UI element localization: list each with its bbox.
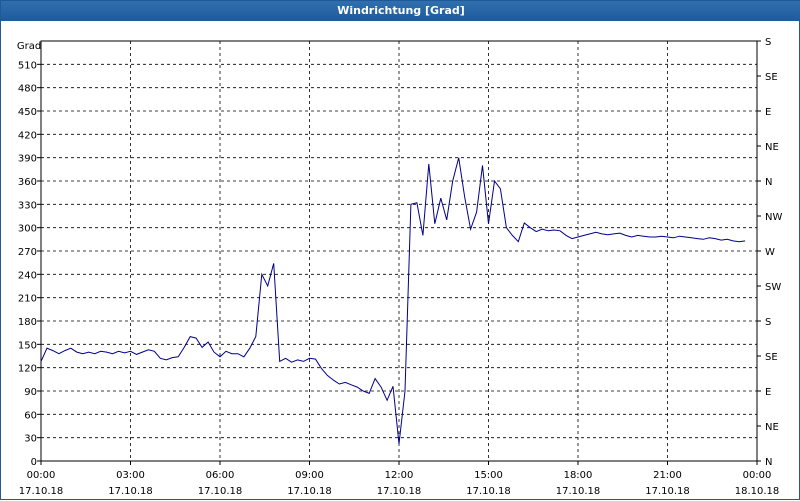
right-axis-label: S — [765, 317, 771, 328]
line-chart: Grad 0 30 60 90 120 150 180 210 240 270 300 330 360 3… — [17, 37, 783, 497]
right-axis-label: N — [765, 177, 772, 188]
y-tick-label: 450 — [18, 107, 37, 118]
y-tick-label: 330 — [18, 200, 37, 211]
y-tick-label: 510 — [18, 60, 37, 71]
y-tick-label: 120 — [18, 364, 37, 375]
y-tick-label: 360 — [18, 177, 37, 188]
right-axis-label: SE — [765, 352, 778, 363]
grid — [41, 41, 757, 462]
right-axis-label: NE — [765, 142, 779, 153]
y-tick-label: 240 — [18, 270, 37, 281]
x-tick-time: 00:00 — [743, 470, 772, 481]
x-tick-date: 17.10.18 — [645, 486, 690, 497]
x-tick-time: 12:00 — [385, 470, 414, 481]
y-tick-label: 150 — [18, 340, 37, 351]
x-tick-time: 21:00 — [653, 470, 682, 481]
x-tick-date: 17.10.18 — [287, 486, 332, 497]
x-tick-date: 17.10.18 — [108, 486, 153, 497]
x-tick-time: 00:00 — [27, 470, 56, 481]
y-tick-label: 390 — [18, 154, 37, 165]
y-tick-label: 0 — [31, 457, 37, 468]
x-tick-date: 18.10.18 — [735, 486, 780, 497]
y-tick-label: 90 — [24, 387, 37, 398]
x-tick-time: 18:00 — [564, 470, 593, 481]
x-tick-time: 06:00 — [206, 470, 235, 481]
y-tick-label: 270 — [18, 247, 37, 258]
x-tick-date: 17.10.18 — [466, 486, 511, 497]
y-tick-label: 480 — [18, 84, 37, 95]
x-tick-time: 15:00 — [474, 470, 503, 481]
y-tick-label: 300 — [18, 224, 37, 235]
x-tick-date: 17.10.18 — [198, 486, 243, 497]
y-tick-label: 30 — [24, 434, 37, 445]
right-axis-label: N — [765, 457, 772, 468]
right-axis-label: S — [765, 37, 771, 48]
right-axis-label: NE — [765, 422, 779, 433]
y-tick-label: 210 — [18, 294, 37, 305]
x-tick-time: 09:00 — [295, 470, 324, 481]
x-tick-date: 17.10.18 — [19, 486, 64, 497]
series-line — [40, 157, 746, 444]
right-axis-label: SE — [765, 72, 778, 83]
right-axis-label: W — [765, 247, 775, 258]
series-layer — [40, 157, 746, 444]
right-axis-label: NW — [765, 212, 782, 223]
y-tick-label: 60 — [24, 410, 37, 421]
y-tick-label: 420 — [18, 130, 37, 141]
x-tick-date: 17.10.18 — [556, 486, 601, 497]
right-axis-label: E — [765, 107, 771, 118]
y-axis-label: Grad — [17, 41, 41, 52]
right-axis-label: SW — [765, 282, 781, 293]
x-tick-time: 03:00 — [116, 470, 145, 481]
right-axis-label: E — [765, 387, 771, 398]
x-tick-date: 17.10.18 — [377, 486, 422, 497]
y-tick-label: 180 — [18, 317, 37, 328]
chart-window: Windrichtung [Grad] Grad 0 30 60 90 120 150 18… — [0, 0, 800, 500]
